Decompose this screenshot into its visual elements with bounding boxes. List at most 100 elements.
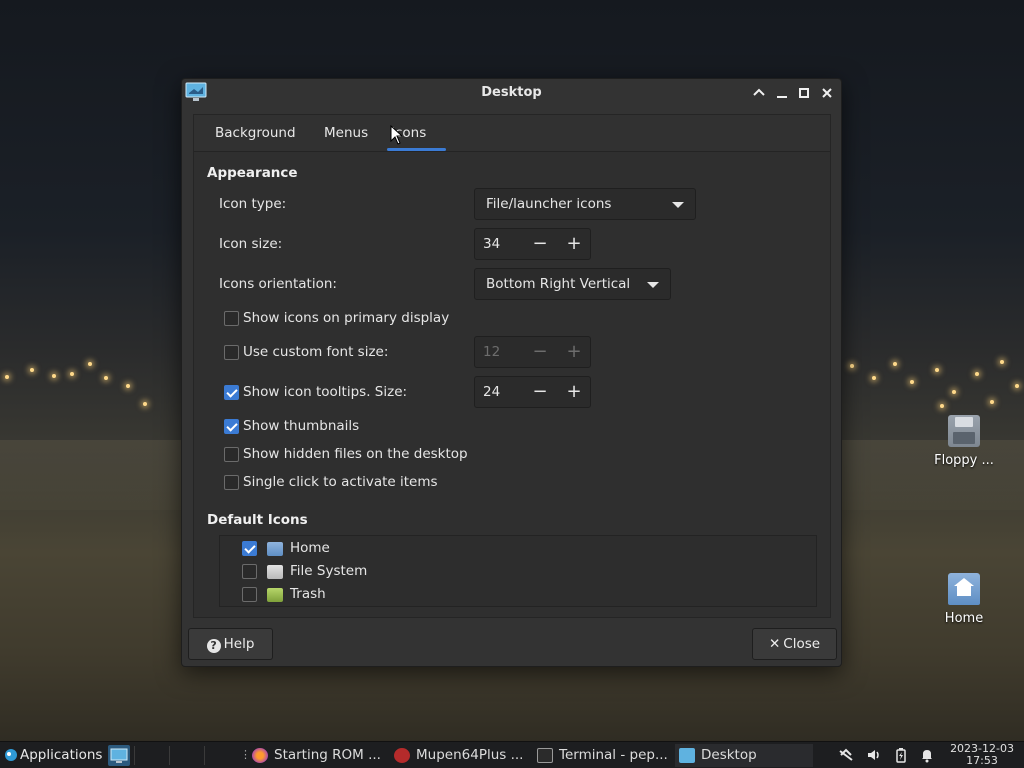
icon-size-label: Icon size: (219, 236, 283, 252)
single-click-checkbox[interactable] (224, 475, 239, 490)
home-folder-icon (267, 542, 283, 556)
close-button-label: Close (783, 636, 821, 652)
default-icons-list: Home File System Trash (219, 535, 817, 607)
home-default-checkbox[interactable] (242, 541, 257, 556)
task-mupen64plus[interactable]: Mupen64Plus ... (390, 744, 528, 767)
show-desktop-button[interactable] (108, 745, 130, 766)
desktop-settings-dialog: Desktop Background Menus Icons Appearanc… (181, 78, 842, 667)
list-item[interactable]: File System (220, 561, 816, 583)
task-starting-rom[interactable]: Starting ROM ... (248, 744, 386, 767)
maximize-button[interactable] (795, 84, 813, 102)
minimize-icon (777, 96, 787, 98)
taskbar-separator (169, 746, 170, 765)
taskbar-separator (134, 746, 135, 765)
icon-type-value: File/launcher icons (486, 196, 612, 212)
tooltip-size-value[interactable]: 24 (483, 384, 500, 400)
desktop-icon-label: Floppy ... (934, 453, 994, 468)
active-tab-indicator (387, 148, 446, 151)
taskbar: Applications ⋮ Starting ROM ... Mupen64P… (0, 741, 1024, 768)
hidden-files-label[interactable]: Show hidden files on the desktop (243, 446, 468, 462)
plus-icon[interactable]: + (561, 231, 587, 257)
tab-background[interactable]: Background (215, 125, 296, 141)
close-button[interactable]: ✕ Close (752, 628, 837, 660)
help-icon: ? (206, 639, 221, 653)
trash-default-checkbox[interactable] (242, 587, 257, 602)
thumbnails-checkbox[interactable] (224, 419, 239, 434)
drive-icon (267, 565, 283, 579)
battery-icon[interactable] (893, 747, 909, 763)
hidden-files-checkbox[interactable] (224, 447, 239, 462)
custom-font-value: 12 (483, 344, 501, 360)
custom-font-checkbox[interactable] (224, 345, 239, 360)
plus-icon[interactable]: + (561, 379, 587, 405)
list-item-label: File System (290, 563, 368, 579)
desktop-icon-home[interactable]: Home (924, 573, 1004, 626)
list-item[interactable]: Home (220, 538, 816, 560)
task-desktop[interactable]: Desktop (675, 744, 813, 767)
icons-orientation-label: Icons orientation: (219, 276, 337, 292)
minus-icon[interactable]: − (527, 231, 553, 257)
minus-icon: − (532, 341, 548, 362)
plus-icon: + (566, 341, 582, 362)
settings-notebook: Background Menus Icons Appearance Icon t… (193, 114, 831, 618)
show-primary-checkbox[interactable] (224, 311, 239, 326)
filesystem-default-checkbox[interactable] (242, 564, 257, 579)
mouse-cursor-icon (390, 125, 402, 145)
tab-menus[interactable]: Menus (324, 125, 368, 141)
volume-icon[interactable] (866, 747, 882, 763)
terminal-icon (537, 748, 553, 763)
task-label: Desktop (701, 747, 757, 763)
icon-size-spinner[interactable]: 34 − + (474, 228, 591, 260)
icons-orientation-value: Bottom Right Vertical (486, 276, 631, 292)
list-item-label: Home (290, 540, 330, 556)
appearance-heading: Appearance (207, 165, 298, 181)
desktop-icon-floppy[interactable]: Floppy ... (924, 415, 1004, 468)
thumbnails-label[interactable]: Show thumbnails (243, 418, 359, 434)
tab-bar: Background Menus Icons (194, 115, 830, 152)
task-label: Terminal - pep... (559, 747, 668, 763)
icon-type-combo[interactable]: File/launcher icons (474, 188, 696, 220)
show-primary-label[interactable]: Show icons on primary display (243, 310, 449, 326)
minus-icon[interactable]: − (527, 379, 553, 405)
home-folder-icon (948, 573, 980, 605)
icon-type-label: Icon type: (219, 196, 287, 212)
clock-time: 17:53 (966, 754, 998, 767)
chevron-up-icon (753, 88, 765, 96)
minimize-button[interactable] (773, 84, 791, 102)
close-icon (822, 88, 832, 98)
dialog-titlebar[interactable]: Desktop (182, 79, 841, 107)
task-terminal[interactable]: Terminal - pep... (533, 744, 671, 767)
trash-icon (267, 588, 283, 602)
close-icon: ✕ (768, 636, 781, 652)
task-label: Mupen64Plus ... (416, 747, 524, 763)
tooltips-checkbox[interactable] (224, 385, 239, 400)
help-button[interactable]: ? Help (188, 628, 273, 660)
help-button-label: Help (223, 636, 255, 652)
default-icons-heading: Default Icons (207, 512, 308, 528)
custom-font-label[interactable]: Use custom font size: (243, 344, 388, 360)
desktop-app-icon (679, 748, 695, 763)
task-label: Starting ROM ... (274, 747, 381, 763)
applications-menu-button[interactable]: Applications (2, 742, 102, 768)
firefox-icon (252, 748, 268, 763)
tooltip-size-spinner[interactable]: 24 − + (474, 376, 591, 408)
list-item-label: Trash (290, 586, 326, 602)
dropdown-arrow-icon (647, 282, 659, 288)
taskbar-separator (204, 746, 205, 765)
single-click-label[interactable]: Single click to activate items (243, 474, 438, 490)
clock[interactable]: 2023-12-03 17:53 (950, 743, 1014, 767)
maximize-icon (799, 88, 809, 98)
dialog-title: Desktop (481, 85, 542, 100)
custom-font-spinner: 12 − + (474, 336, 591, 368)
network-disconnected-icon[interactable] (838, 747, 854, 763)
floppy-icon (948, 415, 980, 447)
list-item[interactable]: Trash (220, 584, 816, 606)
close-window-button[interactable] (818, 84, 836, 102)
icon-size-value[interactable]: 34 (483, 236, 500, 252)
shade-button[interactable] (750, 84, 768, 102)
notifications-bell-icon[interactable] (919, 747, 935, 763)
applications-label: Applications (20, 747, 102, 763)
icons-orientation-combo[interactable]: Bottom Right Vertical (474, 268, 671, 300)
tooltips-label[interactable]: Show icon tooltips. Size: (243, 384, 407, 400)
mupen64-icon (394, 748, 410, 763)
